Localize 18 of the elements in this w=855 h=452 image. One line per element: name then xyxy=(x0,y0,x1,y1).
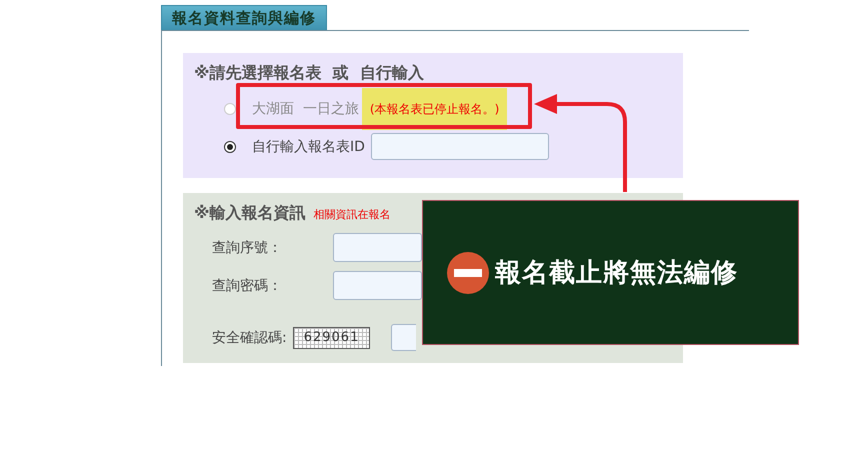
callout-text: 報名截止將無法編修 xyxy=(495,257,738,290)
field-label: 查詢密碼： xyxy=(212,276,283,294)
closed-note: (本報名表已停止報名。) xyxy=(362,88,508,130)
field-label: 查詢序號： xyxy=(212,238,283,256)
input-field[interactable] xyxy=(333,271,422,300)
captcha-field[interactable] xyxy=(391,324,416,351)
option-label: 大湖面 一日之旅 xyxy=(252,100,359,118)
form-id-field[interactable] xyxy=(370,133,549,160)
captcha-code: 629061 xyxy=(292,326,370,348)
radio-button[interactable] xyxy=(224,140,236,152)
section-heading: ※輸入報名資訊 xyxy=(194,203,306,224)
option-label: 自行輸入報名表ID xyxy=(252,138,365,156)
no-entry-icon xyxy=(447,252,489,294)
field-label: 安全確認碼: xyxy=(212,328,287,346)
info-note: 相關資訊在報名 xyxy=(314,207,391,222)
input-field[interactable] xyxy=(333,233,422,262)
panel-tab[interactable]: 報名資料查詢與編修 xyxy=(161,5,327,30)
section-heading: ※請先選擇報名表 或 自行輸入 xyxy=(194,63,425,84)
